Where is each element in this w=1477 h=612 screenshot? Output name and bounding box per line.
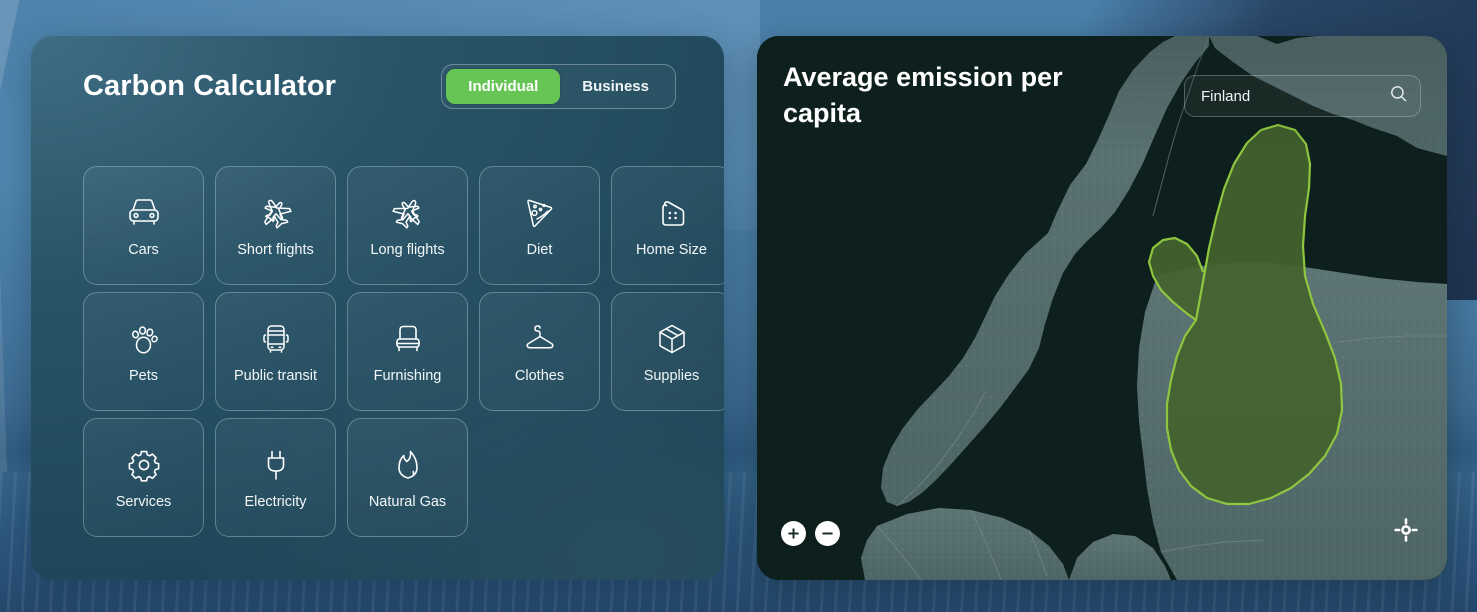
category-label: Public transit <box>233 368 317 385</box>
country-search-value: Finland <box>1201 87 1251 105</box>
category-card-diet[interactable]: Diet <box>479 166 600 285</box>
category-label: Short flights <box>237 242 314 259</box>
category-card-clothes[interactable]: Clothes <box>479 292 600 411</box>
crosshair-icon <box>1394 517 1418 547</box>
hanger-icon <box>520 319 560 359</box>
plug-icon <box>256 445 296 485</box>
app-root: Carbon Calculator Individual Business Ca… <box>0 0 1477 612</box>
category-card-pets[interactable]: Pets <box>83 292 204 411</box>
category-grid: Cars Short flights Long flights Diet Hom… <box>83 166 724 537</box>
pizza-slice-icon <box>520 193 560 233</box>
plane-icon <box>388 193 428 233</box>
toggle-option-individual[interactable]: Individual <box>446 69 561 104</box>
paw-icon <box>124 319 164 359</box>
carbon-calculator-panel: Carbon Calculator Individual Business Ca… <box>31 36 724 580</box>
category-card-public-transit[interactable]: Public transit <box>215 292 336 411</box>
gear-icon <box>124 445 164 485</box>
category-label: Supplies <box>643 368 700 385</box>
category-label: Long flights <box>370 242 445 259</box>
car-icon <box>124 193 164 233</box>
armchair-icon <box>388 319 428 359</box>
locate-button[interactable] <box>1393 517 1419 547</box>
map-title: Average emission per capita <box>783 62 1063 128</box>
category-label: Clothes <box>514 368 565 385</box>
category-label: Home Size <box>636 242 707 259</box>
category-label: Natural Gas <box>368 494 447 511</box>
category-card-furnishing[interactable]: Furnishing <box>347 292 468 411</box>
zoom-in-button[interactable] <box>781 521 806 546</box>
category-card-electricity[interactable]: Electricity <box>215 418 336 537</box>
map-header: Average emission per capita Finland <box>783 60 1421 132</box>
category-label: Diet <box>526 242 553 259</box>
flame-icon <box>388 445 428 485</box>
zoom-out-button[interactable] <box>815 521 840 546</box>
category-label: Services <box>115 494 172 511</box>
house-icon <box>652 193 692 233</box>
search-icon[interactable] <box>1389 84 1408 108</box>
category-label: Cars <box>128 242 159 259</box>
category-label: Electricity <box>244 494 307 511</box>
category-label: Furnishing <box>373 368 442 385</box>
box-icon <box>652 319 692 359</box>
category-card-home-size[interactable]: Home Size <box>611 166 724 285</box>
category-card-cars[interactable]: Cars <box>83 166 204 285</box>
category-card-services[interactable]: Services <box>83 418 204 537</box>
category-card-short-flights[interactable]: Short flights <box>215 166 336 285</box>
calculator-header: Carbon Calculator Individual Business <box>83 64 700 109</box>
category-card-supplies[interactable]: Supplies <box>611 292 724 411</box>
emission-map-panel: Average emission per capita Finland 6.57… <box>757 36 1447 580</box>
page-title: Carbon Calculator <box>83 70 337 102</box>
category-card-long-flights[interactable]: Long flights <box>347 166 468 285</box>
audience-toggle[interactable]: Individual Business <box>441 64 676 109</box>
zoom-controls <box>781 521 840 546</box>
category-card-natural-gas[interactable]: Natural Gas <box>347 418 468 537</box>
plane-icon <box>256 193 296 233</box>
toggle-option-business[interactable]: Business <box>560 69 671 104</box>
country-search-input[interactable]: Finland <box>1184 75 1421 117</box>
category-label: Pets <box>128 368 158 385</box>
bus-icon <box>256 319 296 359</box>
